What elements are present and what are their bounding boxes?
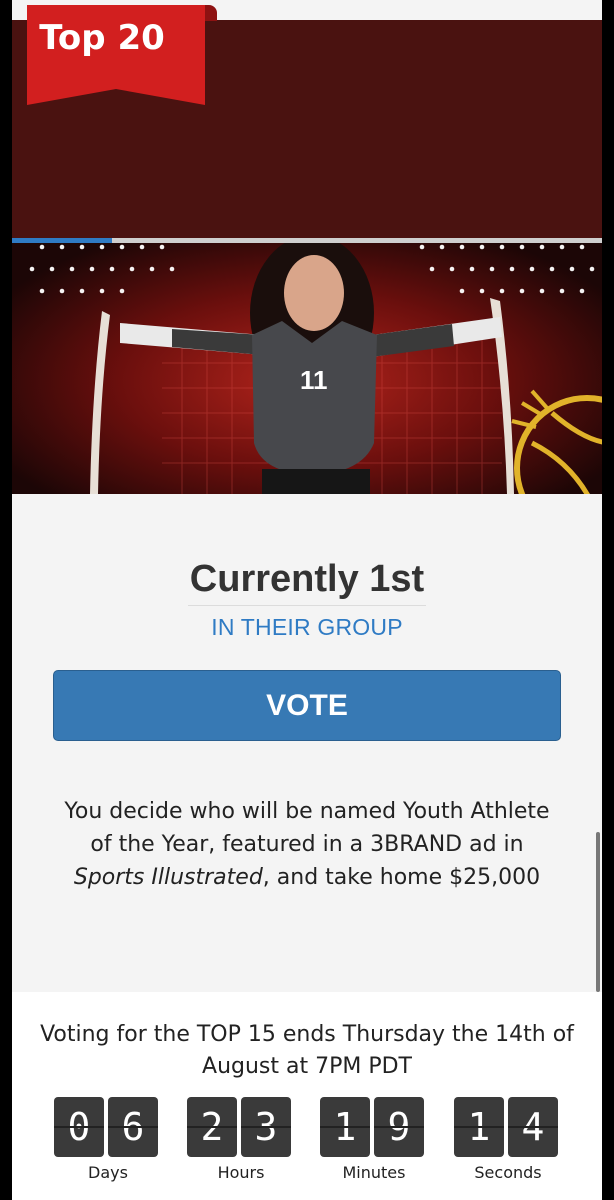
digit: 3 (241, 1097, 291, 1157)
countdown-label: Seconds (474, 1163, 542, 1182)
countdown-minutes: 1 9 Minutes (320, 1097, 428, 1182)
divider (188, 605, 426, 606)
magazine-name: Sports Illustrated (73, 865, 263, 890)
digit: 4 (508, 1097, 558, 1157)
description-text: You decide who will be named Youth Athle… (64, 799, 550, 857)
countdown-label: Days (88, 1163, 128, 1182)
current-rank: Currently 1st (189, 558, 425, 600)
contest-description: You decide who will be named Youth Athle… (60, 795, 554, 894)
countdown-label: Minutes (342, 1163, 406, 1182)
top-rank-label: Top 20 (39, 18, 165, 58)
digit: 2 (187, 1097, 237, 1157)
countdown-days: 0 6 Days (54, 1097, 162, 1182)
digit: 1 (454, 1097, 504, 1157)
athlete-photo: 11 (12, 243, 602, 494)
digit: 6 (108, 1097, 158, 1157)
voting-deadline: Voting for the TOP 15 ends Thursday the … (40, 1022, 574, 1079)
scrollbar[interactable] (596, 832, 600, 992)
svg-text:11: 11 (300, 365, 328, 395)
rank-group-label: IN THEIR GROUP (211, 614, 403, 640)
description-text-end: , and take home $25,000 (262, 865, 541, 890)
countdown-seconds: 1 4 Seconds (454, 1097, 562, 1182)
countdown-timer: 0 6 Days 2 3 Hours 1 9 Minutes 1 4 Secon… (0, 1097, 614, 1200)
digit: 1 (320, 1097, 370, 1157)
countdown-hours: 2 3 Hours (187, 1097, 295, 1182)
digit: 9 (374, 1097, 424, 1157)
digit: 0 (54, 1097, 104, 1157)
countdown-label: Hours (217, 1163, 265, 1182)
vote-button[interactable]: VOTE (53, 670, 561, 741)
